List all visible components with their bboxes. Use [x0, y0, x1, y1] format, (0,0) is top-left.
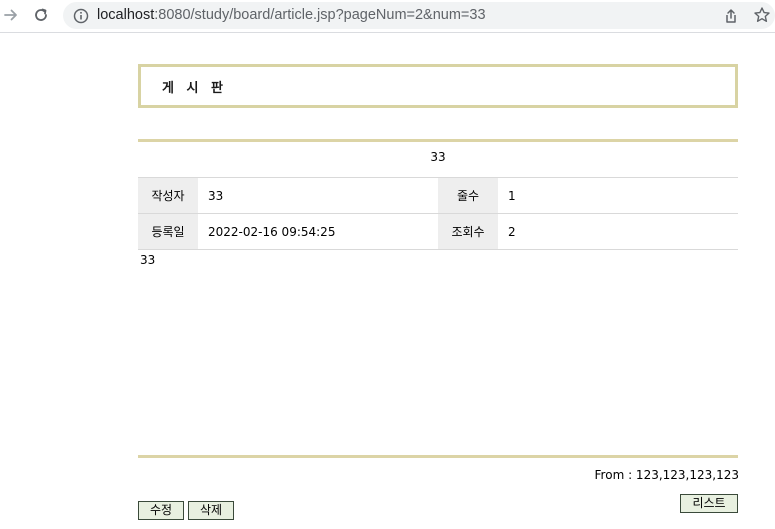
board-title: 게 시 판: [162, 81, 227, 96]
table-row: 작성자 33 줄수 1: [138, 177, 738, 214]
info-icon[interactable]: [73, 8, 89, 24]
date-label: 등록일: [138, 213, 198, 250]
bookmark-star-icon[interactable]: [753, 6, 771, 24]
lines-value: 1: [498, 177, 738, 214]
author-label: 작성자: [138, 177, 198, 214]
author-value: 33: [198, 177, 438, 214]
table-row: 등록일 2022-02-16 09:54:25 조회수 2: [138, 213, 738, 250]
top-divider: [138, 139, 738, 142]
forward-button[interactable]: [0, 4, 22, 26]
list-button[interactable]: 리스트: [680, 494, 738, 513]
url-text[interactable]: localhost:8080/study/board/article.jsp?p…: [97, 7, 486, 23]
bottom-divider: [138, 455, 738, 458]
date-value: 2022-02-16 09:54:25: [198, 213, 438, 250]
address-bar[interactable]: localhost:8080/study/board/article.jsp?p…: [63, 2, 775, 29]
arrow-right-icon: [4, 9, 17, 21]
article-content: 33: [140, 253, 156, 267]
from-ip: From : 123,123,123,123: [594, 468, 739, 482]
reload-button[interactable]: [30, 4, 52, 26]
delete-button[interactable]: 삭제: [188, 501, 234, 520]
edit-button[interactable]: 수정: [138, 501, 184, 520]
url-path: :8080/study/board/article.jsp?pageNum=2&…: [154, 7, 486, 23]
reload-icon: [35, 8, 47, 21]
url-host: localhost: [97, 7, 155, 23]
views-value: 2: [498, 213, 738, 250]
share-icon[interactable]: [722, 7, 740, 25]
article-subject: 33: [430, 150, 446, 164]
views-label: 조회수: [438, 213, 498, 250]
article-info-table: 작성자 33 줄수 1 등록일 2022-02-16 09:54:25 조회수 …: [138, 177, 738, 250]
board-header: 게 시 판: [138, 64, 738, 108]
lines-label: 줄수: [438, 177, 498, 214]
browser-toolbar: localhost:8080/study/board/article.jsp?p…: [0, 0, 775, 33]
